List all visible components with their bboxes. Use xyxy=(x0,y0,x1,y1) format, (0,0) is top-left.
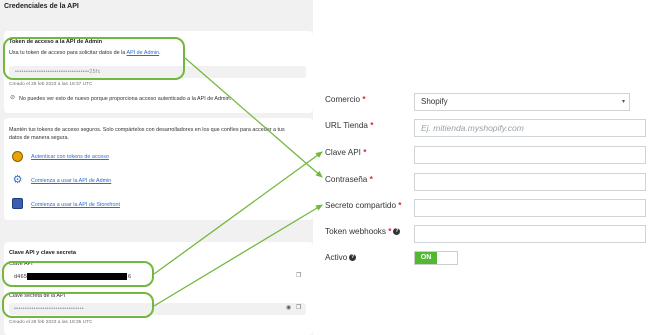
comercio-select[interactable]: Shopify ▾ xyxy=(414,93,630,111)
field-label-token-webhooks: Token webhooks *? xyxy=(325,227,401,236)
storefront-icon xyxy=(12,198,23,209)
gear-icon: ⚙ xyxy=(12,174,23,186)
info-card-text: Mantén tus tokens de acceso seguros. Sol… xyxy=(9,127,285,141)
auth-tokens-link[interactable]: Autenticar con tokens de acceso xyxy=(31,154,109,160)
admin-api-start-link[interactable]: Comienza a usar la API de Admin xyxy=(31,178,111,184)
highlight-admin-token xyxy=(3,37,185,80)
copy-icon[interactable]: ❐ xyxy=(296,305,301,311)
clave-api-input[interactable] xyxy=(414,146,646,164)
activo-toggle[interactable]: ON xyxy=(414,251,458,265)
help-icon[interactable]: ? xyxy=(393,228,401,236)
highlight-api-key xyxy=(2,261,154,287)
url-tienda-input[interactable]: Ej. mitienda.myshopify.com xyxy=(414,119,646,137)
admin-token-created: Creado el 28 feb 2023 a las 18:37 UTC xyxy=(9,82,93,87)
prohibited-icon: ⊘ xyxy=(10,95,16,101)
info-card: Mantén tus tokens de acceso seguros. Sol… xyxy=(4,118,313,220)
page-title: Credenciales de la API xyxy=(4,3,79,10)
field-label-clave-api: Clave API * xyxy=(325,148,367,157)
field-label-comercio: Comercio * xyxy=(325,95,366,104)
toggle-on-state: ON xyxy=(415,252,437,264)
copy-icon[interactable]: ❐ xyxy=(296,273,301,279)
highlight-api-secret xyxy=(2,292,154,318)
admin-token-notice: No puedes ver esto de nuevo porque propo… xyxy=(19,95,232,102)
help-icon[interactable]: ? xyxy=(349,254,357,262)
coin-icon xyxy=(12,151,23,162)
api-keys-created: Creado el 28 feb 2023 a las 18:35 UTC xyxy=(9,320,93,325)
contrasena-input[interactable] xyxy=(414,173,646,191)
api-keys-card: Clave API y clave secreta Clave API d465… xyxy=(4,242,313,335)
field-label-contrasena: Contraseña * xyxy=(325,175,373,184)
field-label-secreto-compartido: Secreto compartido * xyxy=(325,201,402,210)
shopify-api-credentials-panel: Credenciales de la API Token de acceso a… xyxy=(0,0,313,335)
storefront-api-start-link[interactable]: Comienza a usar la API de Storefront xyxy=(31,202,120,208)
api-keys-title: Clave API y clave secreta xyxy=(9,250,76,256)
token-webhooks-input[interactable] xyxy=(414,225,646,243)
chevron-down-icon: ▾ xyxy=(621,99,625,105)
field-label-url-tienda: URL Tienda * xyxy=(325,121,374,130)
url-tienda-placeholder: Ej. mitienda.myshopify.com xyxy=(421,123,524,133)
eye-icon[interactable]: ◉ xyxy=(286,305,291,311)
field-label-activo: Activo? xyxy=(325,253,357,262)
secreto-compartido-input[interactable] xyxy=(414,199,646,217)
